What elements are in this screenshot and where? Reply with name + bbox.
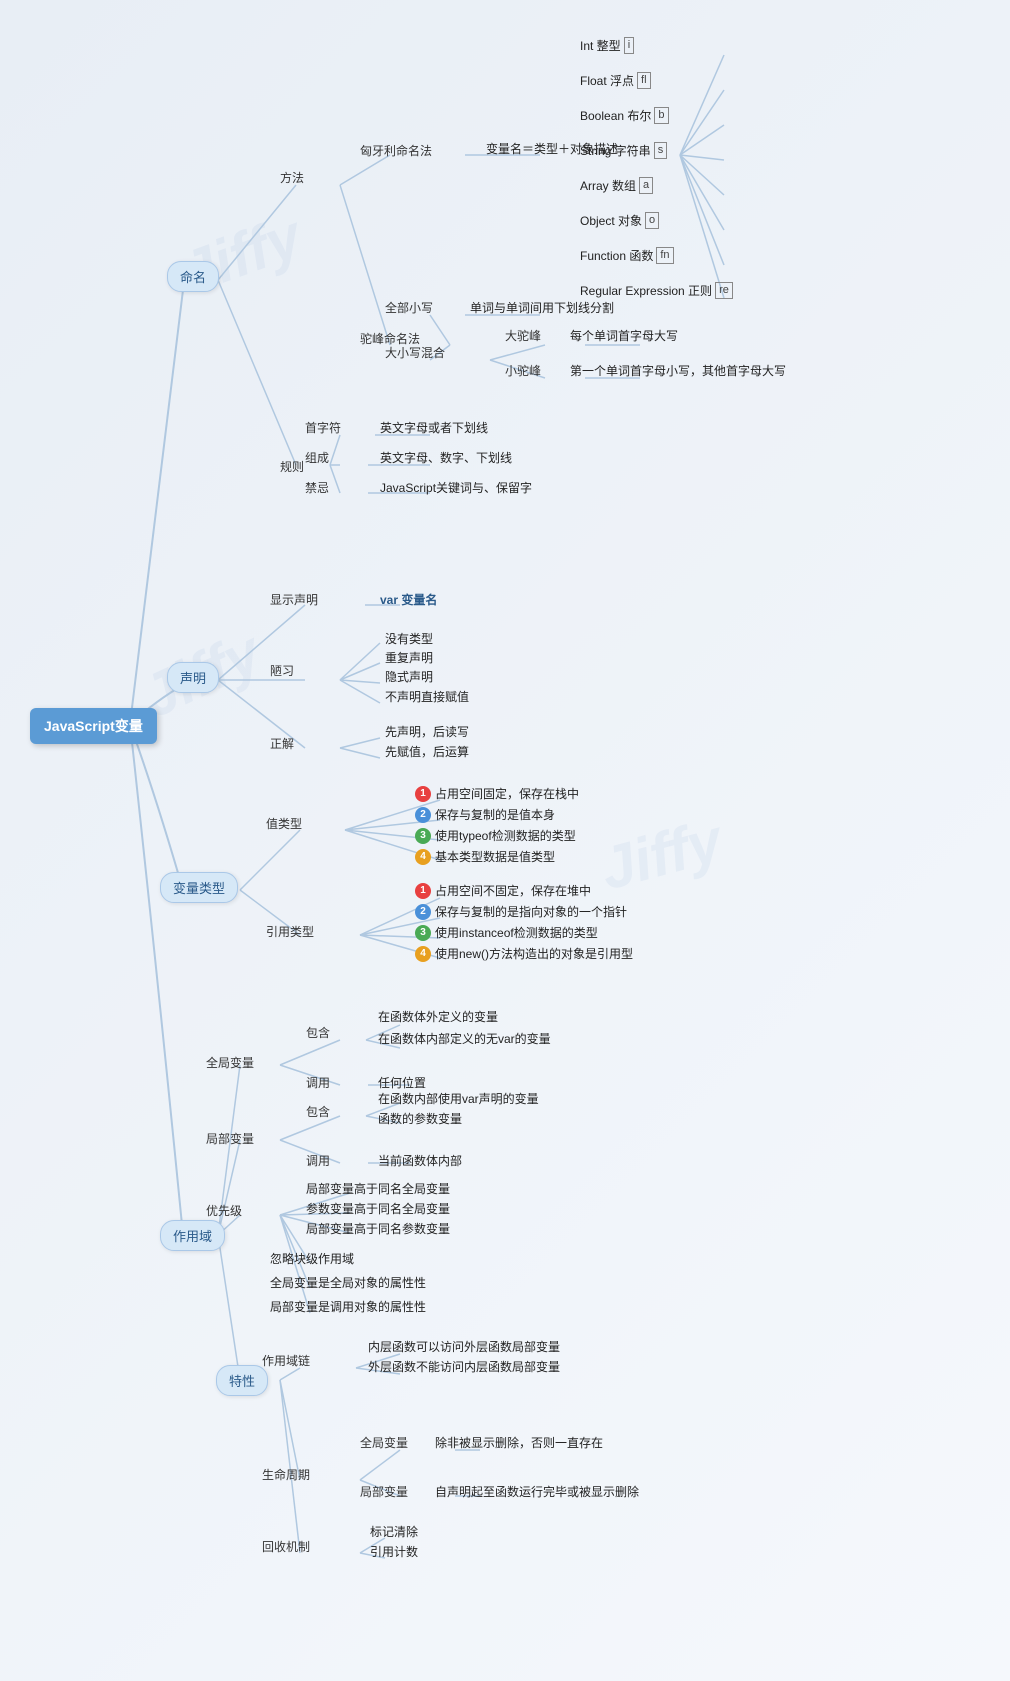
node-gc2: 引用计数 [370,1543,418,1560]
node-correct: 正解 [270,735,294,752]
node-value-type: 值类型 [266,815,302,832]
node-lv-include1: 在函数内部使用var声明的变量 [378,1090,539,1107]
node-show-decl-desc: var 变量名 [380,591,437,608]
node-global-prop: 全局变量是全局对象的属性性 [270,1274,426,1291]
node-all-lower-desc: 单词与单词间用下划线分割 [470,299,614,316]
node-function: Function 函数 fn [580,247,674,264]
node-forbidden-desc: JavaScript关键词与、保留字 [380,479,532,496]
node-bool: Boolean 布尔 b [580,107,669,124]
node-hungarian: 匈牙利命名法 [360,142,432,159]
node-special: 特性 [216,1365,268,1396]
node-declaration: 声明 [167,662,219,693]
node-first-char-desc: 英文字母或者下划线 [380,419,488,436]
node-naming: 命名 [167,261,219,292]
node-vt3: 3 使用typeof检测数据的类型 [415,827,576,844]
node-big-small-mix: 大小写混合 [385,344,445,361]
node-global-var: 全局变量 [206,1054,254,1071]
badge-rt1: 1 [415,883,431,899]
node-pri1: 局部变量高于同名全局变量 [306,1180,450,1197]
node-scope: 作用域 [160,1220,225,1251]
node-first-char: 首字符 [305,419,341,436]
node-show-decl: 显示声明 [270,591,318,608]
node-pri3: 局部变量高于同名参数变量 [306,1220,450,1237]
node-lc-local: 局部变量 [360,1483,408,1500]
node-scope-chain: 作用域链 [262,1352,310,1369]
node-int: Int 整型 i [580,37,634,54]
node-no-type: 没有类型 [385,630,433,647]
node-string: String 字符串 s [580,142,667,159]
node-lc-global: 全局变量 [360,1434,408,1451]
node-rt2: 2 保存与复制的是指向对象的一个指针 [415,903,627,920]
mindmap-container: Jiffy Jiffy Jiffy [0,0,1010,1681]
node-compose: 组成 [305,449,329,466]
node-gv-call: 调用 [306,1074,330,1091]
badge-vt2: 2 [415,807,431,823]
abbr-function: fn [656,247,673,264]
node-vt2: 2 保存与复制的是值本身 [415,806,555,823]
node-redecl: 重复声明 [385,649,433,666]
node-array: Array 数组 a [580,177,653,194]
badge-vt3: 3 [415,828,431,844]
node-regexp: Regular Expression 正则 re [580,282,733,299]
abbr-array: a [639,177,653,194]
node-local-prop: 局部变量是调用对象的属性性 [270,1298,426,1315]
badge-vt4: 4 [415,849,431,865]
node-vartype: 变量类型 [160,872,238,903]
node-rt3: 3 使用instanceof检测数据的类型 [415,924,598,941]
watermark-3: Jiffy [593,805,729,903]
node-priority: 优先级 [206,1202,242,1219]
node-lv-call: 调用 [306,1152,330,1169]
node-small-camel-desc: 第一个单词首字母小写，其他首字母大写 [570,362,786,379]
badge-vt1: 1 [415,786,431,802]
node-big-camel: 大驼峰 [505,327,541,344]
node-rt4: 4 使用new()方法构造出的对象是引用型 [415,945,633,962]
node-small-camel: 小驼峰 [505,362,541,379]
node-gv-include1: 在函数体外定义的变量 [378,1008,498,1025]
node-lc-global-desc: 除非被显示删除，否则一直存在 [435,1434,603,1451]
node-implicit-decl: 隐式声明 [385,668,433,685]
node-method: 方法 [280,169,304,186]
node-rule: 规则 [280,458,304,475]
abbr-object: o [645,212,659,229]
node-assign-then-calc: 先赋值，后运算 [385,743,469,760]
node-gc: 回收机制 [262,1538,310,1555]
badge-rt3: 3 [415,925,431,941]
node-ref-type: 引用类型 [266,923,314,940]
node-object: Object 对象 o [580,212,659,229]
node-ignore-block: 忽略块级作用域 [270,1250,354,1267]
node-all-lower: 全部小写 [385,299,433,316]
node-compose-desc: 英文字母、数字、下划线 [380,449,512,466]
node-scope-chain1: 内层函数可以访问外层函数局部变量 [368,1338,560,1355]
node-forbidden: 禁忌 [305,479,329,496]
node-decl-then-write: 先声明，后读写 [385,723,469,740]
node-scope-chain2: 外层函数不能访问内层函数局部变量 [368,1358,560,1375]
node-gv-include: 包含 [306,1024,330,1041]
node-big-camel-desc: 每个单词首字母大写 [570,327,678,344]
node-lv-include2: 函数的参数变量 [378,1110,462,1127]
node-gv-include2: 在函数体内部定义的无var的变量 [378,1030,551,1047]
node-bad-habit: 陋习 [270,662,294,679]
node-lifecycle: 生命周期 [262,1466,310,1483]
badge-rt2: 2 [415,904,431,920]
node-gc1: 标记清除 [370,1523,418,1540]
node-pri2: 参数变量高于同名全局变量 [306,1200,450,1217]
node-vt1: 1 占用空间固定，保存在栈中 [415,785,579,802]
abbr-float: fl [637,72,651,89]
node-float: Float 浮点 fl [580,72,651,89]
node-vt4: 4 基本类型数据是值类型 [415,848,555,865]
abbr-bool: b [654,107,668,124]
node-gv-call1: 任何位置 [378,1074,426,1091]
node-lv-include: 包含 [306,1103,330,1120]
node-lc-local-desc: 自声明起至函数运行完毕或被显示删除 [435,1483,639,1500]
node-direct-assign: 不声明直接赋值 [385,688,469,705]
node-lv-call1: 当前函数体内部 [378,1152,462,1169]
abbr-regexp: re [715,282,733,299]
node-rt1: 1 占用空间不固定，保存在堆中 [415,882,591,899]
abbr-string: s [654,142,668,159]
badge-rt4: 4 [415,946,431,962]
root-label: JavaScript变量 [44,716,143,736]
root-node: JavaScript变量 [30,708,157,744]
abbr-int: i [624,37,634,54]
node-local-var: 局部变量 [206,1130,254,1147]
